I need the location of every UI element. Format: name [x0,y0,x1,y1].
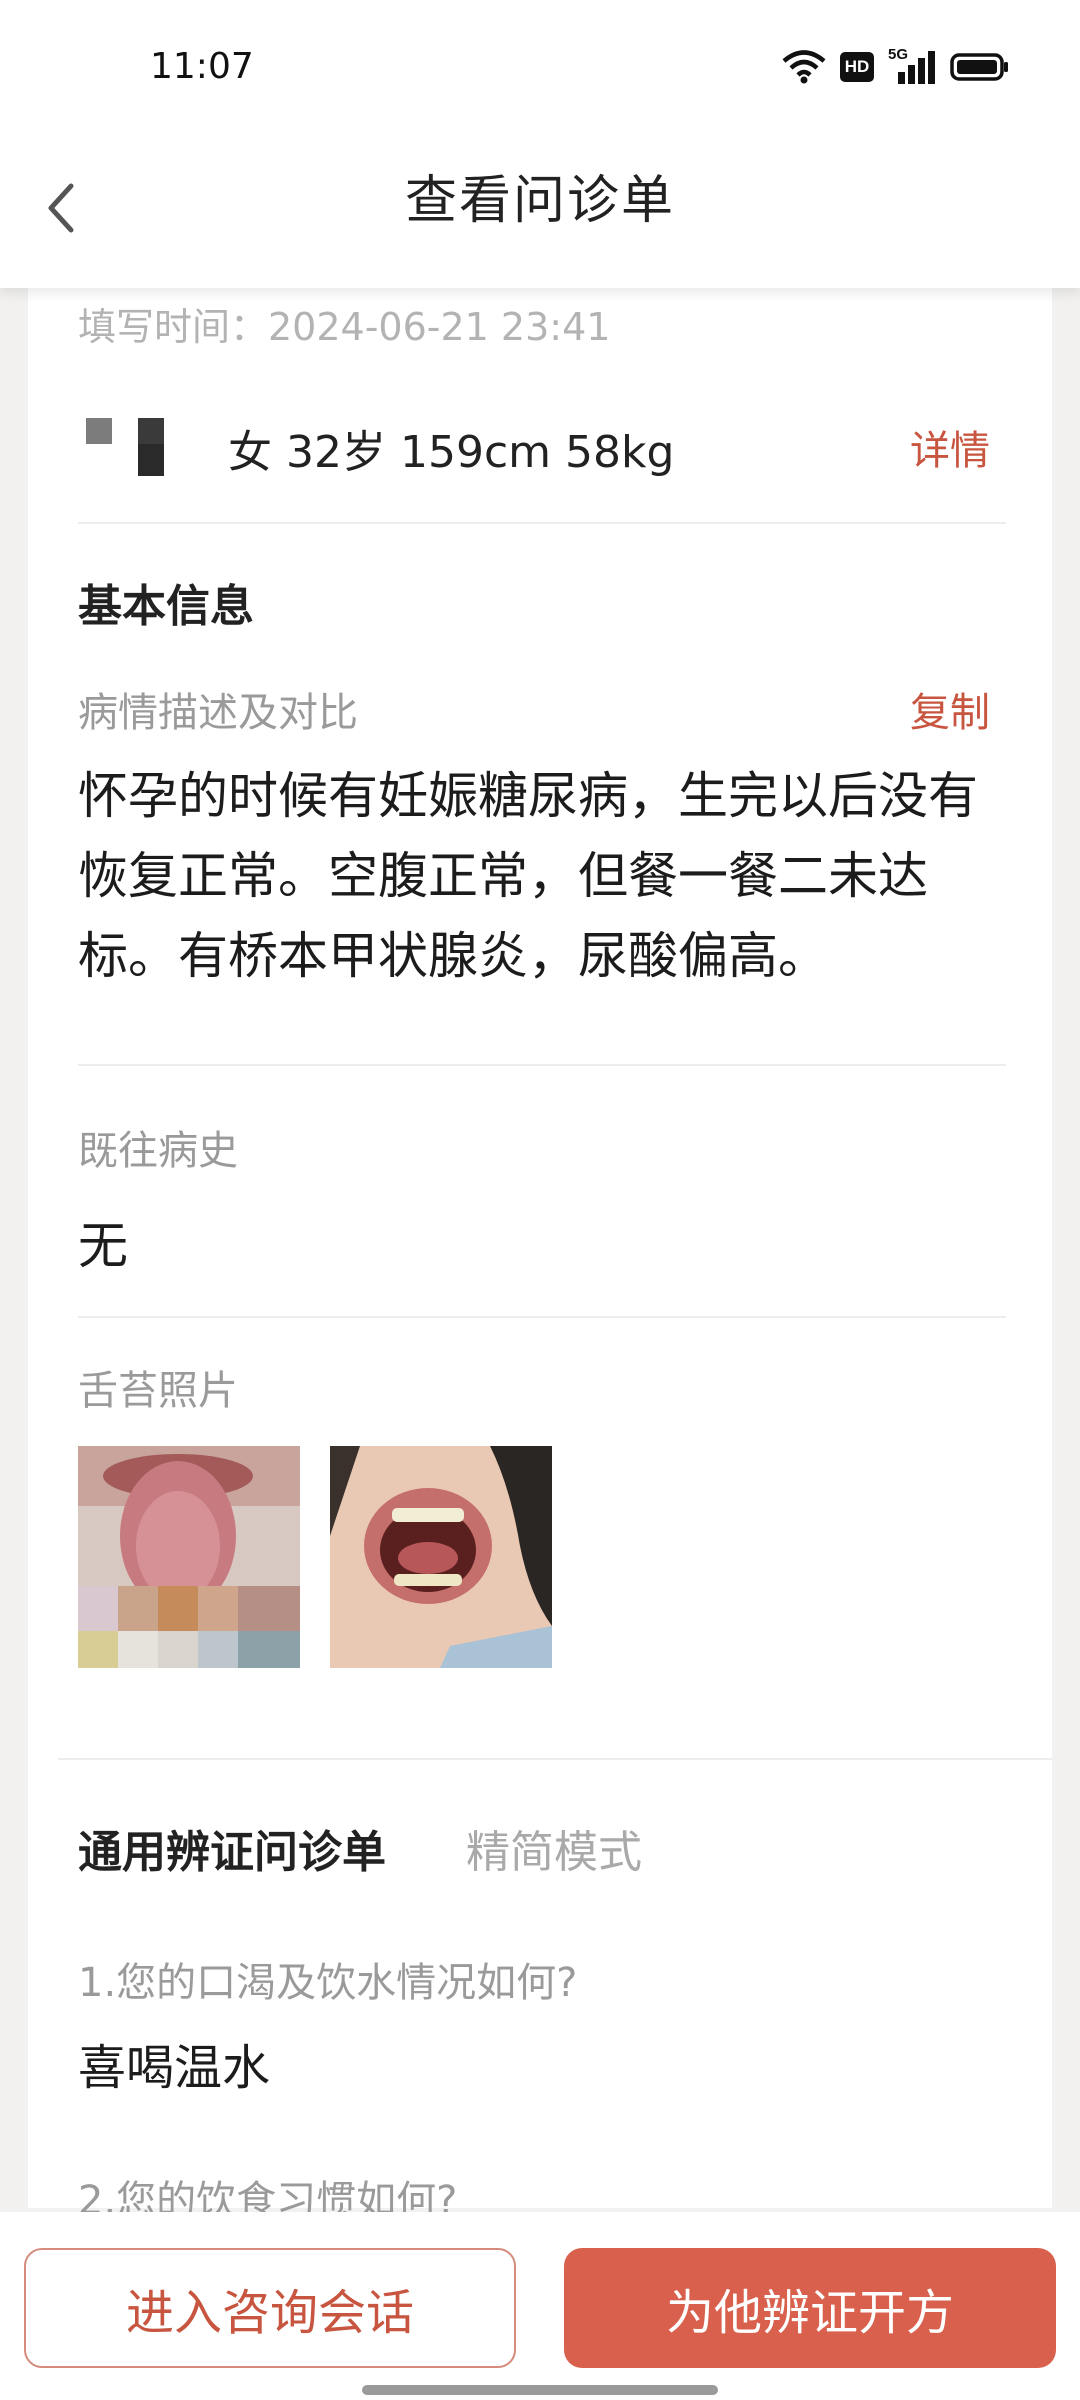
header: 查看问诊单 [0,140,1080,288]
home-indicator[interactable] [362,2385,718,2395]
tongue-photos-label: 舌苔照片 [78,1368,238,1414]
5g-signal-icon: 5G [888,46,936,84]
answer-1: 喜喝温水 [78,2040,271,2096]
tongue-photo-2[interactable] [330,1446,552,1668]
patient-info: 女 32岁 159cm 58kg [228,427,675,478]
tab-simple-mode[interactable]: 精简模式 [466,1816,642,1880]
tongue-photo-1[interactable] [78,1446,300,1668]
basic-info-title: 基本信息 [78,581,254,632]
hd-label: HD [844,57,870,76]
details-link[interactable]: 详情 [910,418,990,476]
tongue-image [78,1446,300,1668]
copy-button[interactable]: 复制 [910,680,990,738]
prescribe-button[interactable]: 为他辨证开方 [564,2248,1056,2368]
hd-icon: HD [840,52,874,82]
tab-general[interactable]: 通用辨证问诊单 [78,1816,386,1880]
mouth-image [330,1446,552,1668]
page-title: 查看问诊单 [404,171,675,231]
battery-icon [950,53,1008,81]
patient-row: 女 32岁 159cm 58kg 详情 [78,408,1002,488]
inquiry-card: 填写时间：2024-06-21 23:41 女 32岁 159cm 58kg 详… [28,288,1052,2224]
wifi-icon [782,50,826,84]
divider [78,522,1006,524]
network-label: 5G [888,46,909,63]
status-bar: 11:07 HD 5G [0,0,1080,140]
fill-time: 填写时间：2024-06-21 23:41 [78,305,611,349]
divider [78,1064,1006,1066]
history-value: 无 [78,1217,128,1275]
status-icons: HD 5G [782,46,1010,84]
history-label: 既往病史 [78,1128,238,1174]
divider [78,1316,1006,1318]
description-text: 怀孕的时候有妊娠糖尿病，生完以后没有恢复正常。空腹正常，但餐一餐二未达标。有桥本… [78,767,978,985]
avatar [78,414,168,484]
questionnaire-tabs: 通用辨证问诊单 精简模式 [78,1816,642,1880]
question-1: 1.您的口渴及饮水情况如何? [78,1960,578,2006]
status-time: 11:07 [150,46,254,87]
divider [58,1758,1052,1760]
description-label: 病情描述及对比 [78,690,358,736]
bottom-action-bar: 进入咨询会话 为他辨证开方 [0,2212,1080,2400]
enter-consult-button[interactable]: 进入咨询会话 [24,2248,516,2368]
